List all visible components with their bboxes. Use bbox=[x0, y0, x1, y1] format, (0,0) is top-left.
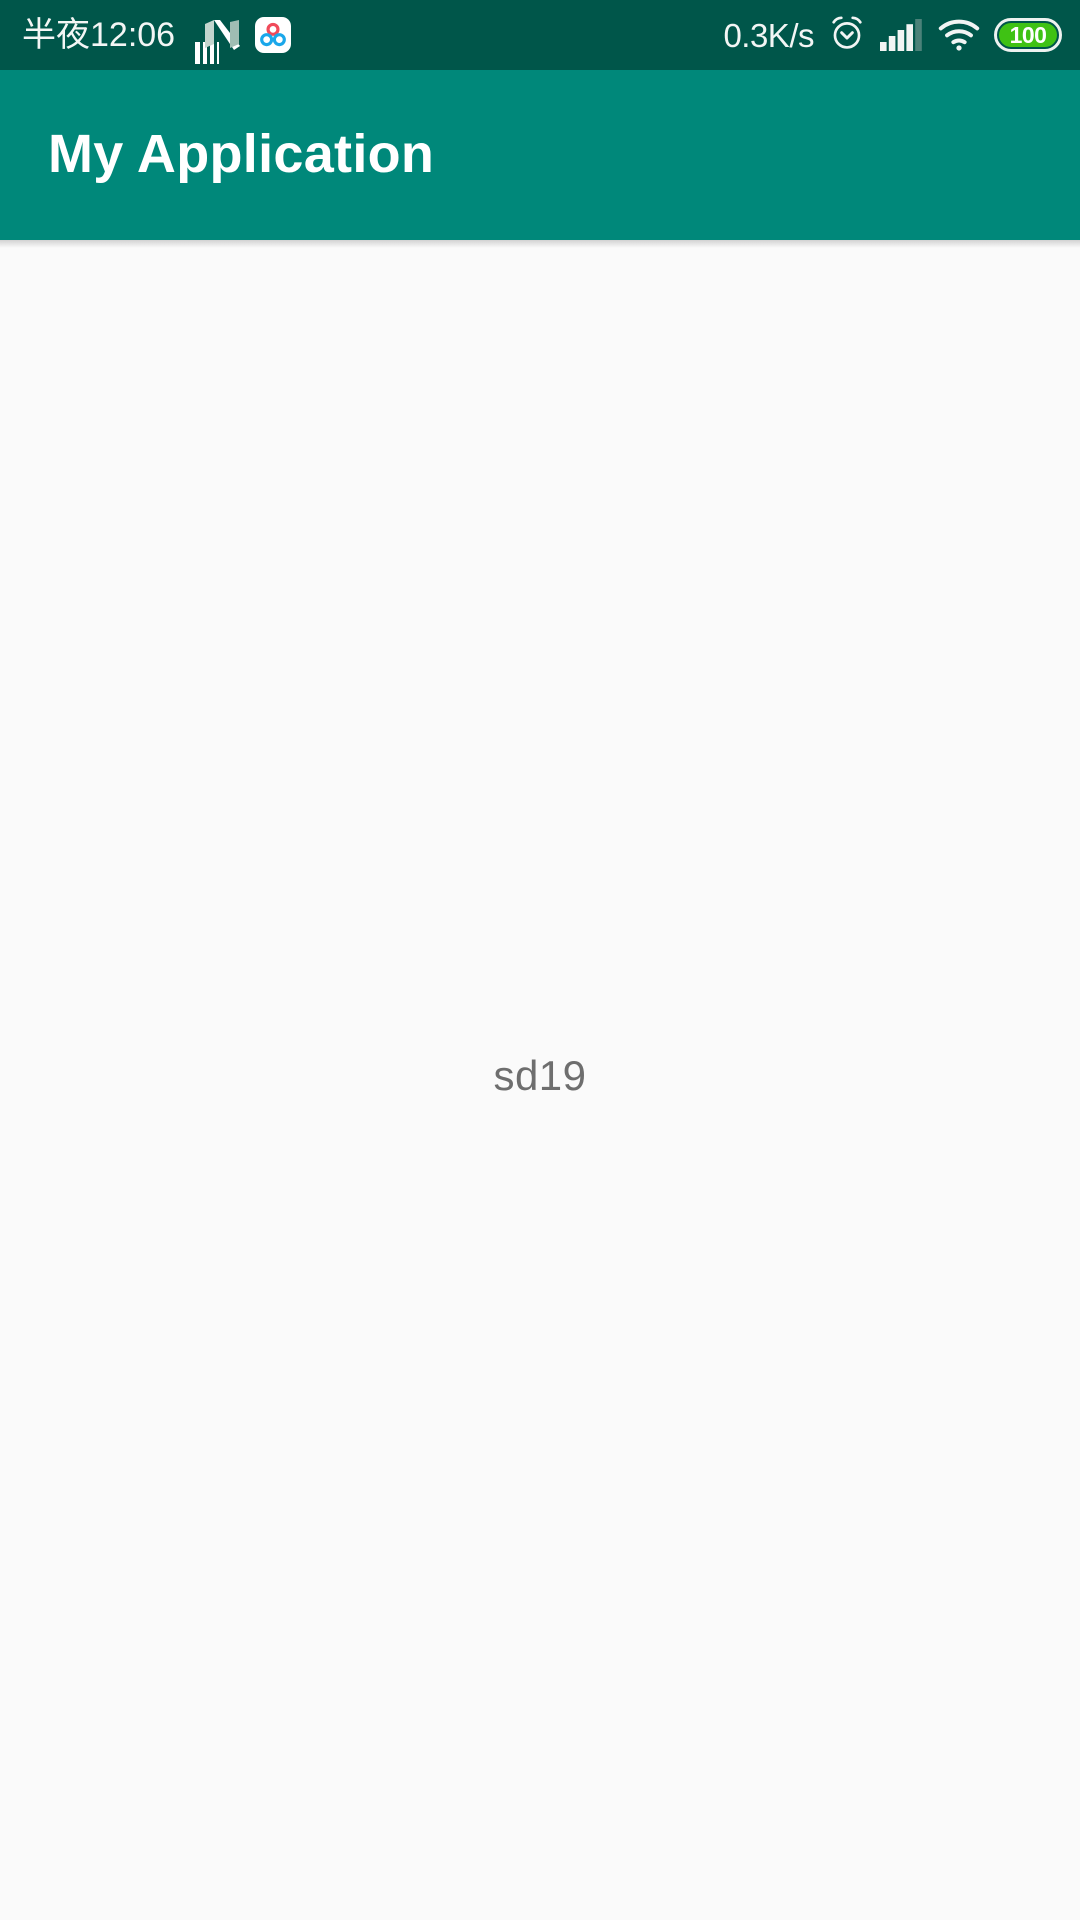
status-bar[interactable]: 半夜12:06 0.3K/s 100 bbox=[0, 0, 1080, 70]
netdisk-app-icon-glyph bbox=[260, 22, 286, 47]
app-title: My Application bbox=[48, 124, 435, 185]
phone-screen: 半夜12:06 0.3K/s 100 My Application sd19 bbox=[0, 0, 1080, 1920]
alarm-clock-icon bbox=[828, 14, 866, 57]
network-speed-text: 0.3K/s bbox=[723, 16, 814, 54]
n-ribbon-app-icon-glyph bbox=[205, 20, 241, 50]
battery-level-text: 100 bbox=[1009, 21, 1047, 48]
cellular-signal-icon-glyph bbox=[880, 19, 922, 51]
status-bar-clock: 半夜12:06 bbox=[22, 16, 176, 54]
n-ribbon-app-icon[interactable] bbox=[203, 18, 241, 52]
battery-indicator: 100 bbox=[994, 18, 1062, 52]
app-bar: My Application bbox=[0, 70, 1080, 248]
status-bar-right-group: 0.3K/s 100 bbox=[723, 14, 1062, 57]
wifi-icon-glyph bbox=[938, 19, 980, 51]
cellular-signal-icon bbox=[880, 19, 924, 51]
netdisk-app-icon[interactable] bbox=[255, 17, 292, 53]
netdisk-app-icon-bg bbox=[255, 17, 292, 53]
content-area: sd19 bbox=[0, 240, 1080, 1920]
center-message-text: sd19 bbox=[493, 1051, 587, 1099]
alarm-clock-icon-glyph bbox=[832, 15, 862, 49]
wifi-icon bbox=[938, 19, 980, 51]
status-bar-left-group: 半夜12:06 bbox=[22, 16, 292, 54]
